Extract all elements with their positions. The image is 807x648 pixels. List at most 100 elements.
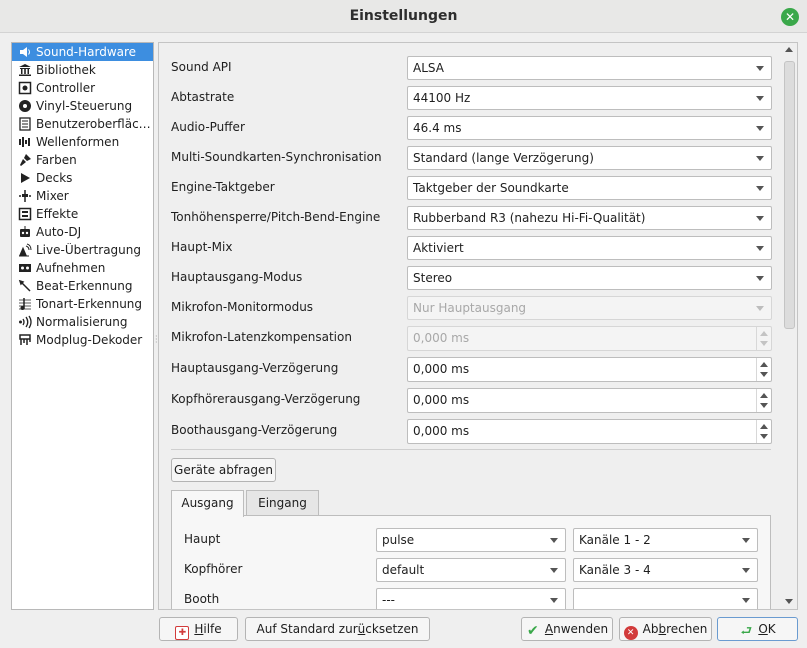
sidebar-item-key-detection[interactable]: Tonart-Erkennung [12,295,153,313]
spin-buttons[interactable] [756,327,771,350]
sidebar-item-normalization[interactable]: Normalisierung [12,313,153,331]
cancel-icon: ✕ [623,626,638,640]
tab-input[interactable]: Eingang [246,490,319,516]
beat-icon [18,279,32,293]
vinyl-icon [18,99,32,113]
sidebar-item-recording[interactable]: Aufnehmen [12,259,153,277]
sidebar-item-library[interactable]: Bibliothek [12,61,153,79]
scrollbar-thumb[interactable] [784,61,795,329]
sidebar-item-interface[interactable]: Benutzeroberfläche [12,115,153,133]
multi-sync-row: Multi-Soundkarten-Synchronisation Standa… [171,146,772,170]
key-icon [18,297,32,311]
sample-rate-label: Abtastrate [171,90,235,104]
main-output-mode-combo[interactable]: Stereo [407,266,772,290]
interface-icon [18,117,32,131]
ok-button[interactable]: ⮐ OK [717,617,798,641]
headphone-delay-spinbox[interactable]: 0,000 ms [407,388,772,413]
chevron-down-icon [756,306,764,311]
sidebar-item-vinyl-control[interactable]: Vinyl-Steuerung [12,97,153,115]
effects-icon [18,207,32,221]
sound-api-label: Sound API [171,60,232,74]
main-mix-combo[interactable]: Aktiviert [407,236,772,260]
main-delay-row: Hauptausgang-Verzögerung 0,000 ms [171,357,772,382]
play-icon [18,171,32,185]
sound-api-combo[interactable]: ALSA [407,56,772,80]
apply-button[interactable]: ✔ Anwenden [521,617,613,641]
robot-icon [18,225,32,239]
output-row-headphones: Kopfhörer default Kanäle 3 - 4 [184,558,764,582]
sidebar-item-decks[interactable]: Decks [12,169,153,187]
record-icon [18,261,32,275]
sidebar-item-waveforms[interactable]: Wellenformen [12,133,153,151]
ok-arrow-icon: ⮐ [740,624,753,639]
help-button[interactable]: ✚ Hilfe [159,617,238,641]
spin-buttons[interactable] [756,420,771,443]
chevron-down-icon [756,126,764,131]
tab-output[interactable]: Ausgang [171,490,244,517]
scroll-down-icon[interactable] [785,599,793,604]
main-delay-spinbox[interactable]: 0,000 ms [407,357,772,382]
sample-rate-combo[interactable]: 44100 Hz [407,86,772,110]
chevron-down-icon [742,538,750,543]
sidebar-item-auto-dj[interactable]: Auto-DJ [12,223,153,241]
sidebar-item-colors[interactable]: Farben [12,151,153,169]
chevron-down-icon [550,538,558,543]
mic-monitor-mode-combo[interactable]: Nur Hauptausgang [407,296,772,320]
chevron-down-icon [742,568,750,573]
sidebar-item-modplug-decoder[interactable]: Modplug-Dekoder [12,331,153,349]
sidebar-item-sound-hardware[interactable]: Sound-Hardware [12,43,153,61]
scroll-up-icon[interactable] [785,47,793,52]
query-devices-button[interactable]: Geräte abfragen [171,458,276,482]
spin-buttons[interactable] [756,358,771,381]
engine-clock-combo[interactable]: Taktgeber der Soundkarte [407,176,772,200]
waveform-icon [18,135,32,149]
chevron-down-icon [550,598,558,603]
output-headphones-device-combo[interactable]: default [376,558,566,582]
spin-up-icon [760,393,768,398]
chevron-down-icon [756,216,764,221]
output-booth-channels-combo[interactable] [573,588,758,609]
cancel-button[interactable]: ✕ Abbrechen [619,617,712,641]
pitch-engine-combo[interactable]: Rubberband R3 (nahezu Hi-Fi-Qualität) [407,206,772,230]
output-main-label: Haupt [184,532,221,546]
mic-monitor-mode-row: Mikrofon-Monitormodus Nur Hauptausgang [171,296,772,320]
reset-defaults-button[interactable]: Auf Standard zurücksetzen [245,617,430,641]
booth-delay-row: Boothausgang-Verzögerung 0,000 ms [171,419,772,444]
booth-delay-label: Boothausgang-Verzögerung [171,423,338,437]
mic-latency-spinbox[interactable]: 0,000 ms [407,326,772,351]
audio-buffer-label: Audio-Puffer [171,120,245,134]
chevron-down-icon [756,96,764,101]
spin-buttons[interactable] [756,389,771,412]
mixer-icon [18,189,32,203]
sidebar-item-controller[interactable]: Controller [12,79,153,97]
spin-down-icon [760,403,768,408]
output-booth-label: Booth [184,592,220,606]
multi-sync-combo[interactable]: Standard (lange Verzögerung) [407,146,772,170]
output-headphones-channels-combo[interactable]: Kanäle 3 - 4 [573,558,758,582]
output-row-booth: Booth --- [184,588,764,609]
audio-buffer-combo[interactable]: 46.4 ms [407,116,772,140]
vertical-scrollbar[interactable] [782,43,797,609]
mic-latency-label: Mikrofon-Latenzkompensation [171,330,352,344]
chevron-down-icon [756,66,764,71]
sidebar-item-mixer[interactable]: Mixer [12,187,153,205]
output-main-device-combo[interactable]: pulse [376,528,566,552]
sound-hardware-panel: Sound API ALSA Abtastrate 44100 Hz Audio… [158,42,798,610]
help-icon: ✚ [175,626,190,640]
mic-latency-row: Mikrofon-Latenzkompensation 0,000 ms [171,326,772,351]
sidebar-item-effects[interactable]: Effekte [12,205,153,223]
output-booth-device-combo[interactable]: --- [376,588,566,609]
headphone-delay-label: Kopfhörerausgang-Verzögerung [171,392,361,406]
sidebar-item-live-broadcast[interactable]: Live-Übertragung [12,241,153,259]
main-mix-label: Haupt-Mix [171,240,233,254]
sound-api-row: Sound API ALSA [171,56,772,80]
modplug-icon [18,333,32,347]
sidebar-item-beat-detection[interactable]: Beat-Erkennung [12,277,153,295]
multi-sync-label: Multi-Soundkarten-Synchronisation [171,150,382,164]
close-icon[interactable]: ✕ [781,8,799,26]
spin-up-icon [760,331,768,336]
booth-delay-spinbox[interactable]: 0,000 ms [407,419,772,444]
output-main-channels-combo[interactable]: Kanäle 1 - 2 [573,528,758,552]
pitch-engine-row: Tonhöhensperre/Pitch-Bend-Engine Rubberb… [171,206,772,230]
normalize-icon [18,315,32,329]
